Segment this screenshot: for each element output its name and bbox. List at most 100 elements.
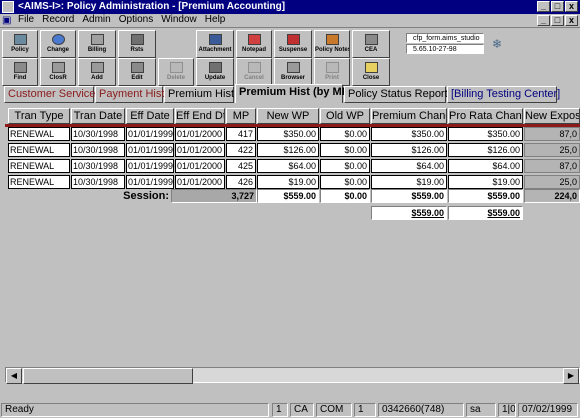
- session-mp-total: 3,727: [171, 189, 257, 203]
- cell-eff-date[interactable]: 01/01/1999: [126, 127, 174, 141]
- cell-eff-end-dt[interactable]: 01/01/2000: [175, 175, 225, 189]
- cell-tran-type[interactable]: RENEWAL: [8, 143, 70, 157]
- cell-eff-date[interactable]: 01/01/1999: [126, 159, 174, 173]
- status-panel-1: 1: [272, 403, 288, 417]
- print-icon: [325, 62, 339, 73]
- menu-window[interactable]: Window: [161, 14, 197, 25]
- cell-eff-date[interactable]: 01/01/1999: [126, 143, 174, 157]
- close-button[interactable]: x: [565, 1, 578, 12]
- change-button[interactable]: Change: [40, 30, 76, 58]
- menu-admin[interactable]: Admin: [82, 14, 110, 25]
- cell-premium-change[interactable]: $126.00: [371, 143, 447, 157]
- suspense-button[interactable]: Suspense: [274, 30, 312, 58]
- scroll-left-icon[interactable]: ◀: [6, 368, 22, 384]
- cancel-button[interactable]: Cancel: [236, 58, 272, 86]
- col-header-new-exposure[interactable]: New Exposu: [524, 108, 580, 124]
- col-header-tran-date[interactable]: Tran Date: [71, 108, 125, 124]
- rsts-button[interactable]: Rsts: [118, 30, 156, 58]
- cell-new-exposure[interactable]: 87,0: [524, 127, 580, 141]
- cell-eff-date[interactable]: 01/01/1999: [126, 175, 174, 189]
- doc-restore-button[interactable]: □: [551, 15, 564, 26]
- cell-pro-rata-change[interactable]: $64.00: [448, 159, 523, 173]
- col-header-tran-type[interactable]: Tran Type: [8, 108, 70, 124]
- scroll-right-icon[interactable]: ▶: [563, 368, 579, 384]
- attachment-button[interactable]: Attachment: [196, 30, 234, 58]
- status-bar: Ready 1 CA COM 1 0342660(748) sa 1|0 07/…: [0, 402, 580, 418]
- cell-premium-change[interactable]: $350.00: [371, 127, 447, 141]
- cea-button[interactable]: CEA: [352, 30, 390, 58]
- cell-old-wp[interactable]: $0.00: [320, 127, 370, 141]
- col-header-old-wp[interactable]: Old WP: [320, 108, 370, 124]
- notepad-button[interactable]: Notepad: [236, 30, 272, 58]
- update-button[interactable]: Update: [196, 58, 234, 86]
- scroll-thumb[interactable]: [23, 368, 193, 384]
- cell-mp[interactable]: 422: [226, 143, 256, 157]
- closr-button[interactable]: ClosR: [40, 58, 76, 86]
- col-header-mp[interactable]: MP: [226, 108, 256, 124]
- browser-button[interactable]: Browser: [274, 58, 312, 86]
- cell-pro-rata-change[interactable]: $126.00: [448, 143, 523, 157]
- cell-pro-rata-change[interactable]: $19.00: [448, 175, 523, 189]
- billing-icon: [90, 34, 104, 45]
- cell-new-wp[interactable]: $64.00: [257, 159, 319, 173]
- menu-record[interactable]: Record: [42, 14, 74, 25]
- cell-tran-date[interactable]: 10/30/1998: [71, 127, 125, 141]
- find-button[interactable]: Find: [2, 58, 38, 86]
- print-button[interactable]: Print: [314, 58, 350, 86]
- tab-payment-hist[interactable]: Payment Hist: [95, 86, 164, 103]
- add-button[interactable]: Add: [78, 58, 116, 86]
- cell-tran-type[interactable]: RENEWAL: [8, 127, 70, 141]
- cell-old-wp[interactable]: $0.00: [320, 143, 370, 157]
- cell-eff-end-dt[interactable]: 01/01/2000: [175, 159, 225, 173]
- tab-premium-hist[interactable]: Premium Hist: [164, 86, 234, 103]
- col-header-premium-change[interactable]: Premium Change: [371, 108, 447, 124]
- col-header-pro-rata-change[interactable]: Pro Rata Change: [448, 108, 523, 124]
- cell-mp[interactable]: 426: [226, 175, 256, 189]
- cell-premium-change[interactable]: $64.00: [371, 159, 447, 173]
- tab-customer-service[interactable]: Customer Service: [4, 86, 95, 103]
- window-title: <AIMS-I>: Policy Administration - [Premi…: [18, 1, 286, 12]
- cell-pro-rata-change[interactable]: $350.00: [448, 127, 523, 141]
- cell-new-exposure[interactable]: 87,0: [524, 159, 580, 173]
- edit-button[interactable]: Edit: [118, 58, 156, 86]
- cell-old-wp[interactable]: $0.00: [320, 159, 370, 173]
- cell-mp[interactable]: 425: [226, 159, 256, 173]
- cell-new-wp[interactable]: $126.00: [257, 143, 319, 157]
- tab-billing-testing-center[interactable]: [Billing Testing Center]: [447, 86, 560, 103]
- close-form-button[interactable]: Close: [352, 58, 390, 86]
- menu-file[interactable]: File: [18, 14, 34, 25]
- cell-new-wp[interactable]: $350.00: [257, 127, 319, 141]
- doc-close-button[interactable]: x: [565, 15, 578, 26]
- session-premium-change-total: $559.00: [371, 189, 447, 203]
- cell-tran-date[interactable]: 10/30/1998: [71, 143, 125, 157]
- policy-notes-button[interactable]: Policy Notes: [314, 30, 350, 58]
- cell-tran-date[interactable]: 10/30/1998: [71, 159, 125, 173]
- cell-new-exposure[interactable]: 25,0: [524, 175, 580, 189]
- cell-eff-end-dt[interactable]: 01/01/2000: [175, 143, 225, 157]
- cell-tran-date[interactable]: 10/30/1998: [71, 175, 125, 189]
- cell-premium-change[interactable]: $19.00: [371, 175, 447, 189]
- horizontal-scrollbar[interactable]: ◀ ▶: [5, 367, 580, 384]
- menu-help[interactable]: Help: [205, 14, 226, 25]
- col-header-eff-end-dt[interactable]: Eff End Dt: [175, 108, 225, 124]
- col-header-eff-date[interactable]: Eff Date: [126, 108, 174, 124]
- policy-button[interactable]: Policy: [2, 30, 38, 58]
- document-icon[interactable]: ▣: [2, 15, 14, 26]
- tab-policy-status-report[interactable]: Policy Status Report: [344, 86, 448, 103]
- tab-premium-hist-by-mp[interactable]: Premium Hist (by MP): [235, 84, 353, 103]
- col-header-new-wp[interactable]: New WP: [257, 108, 319, 124]
- cell-mp[interactable]: 417: [226, 127, 256, 141]
- maximize-button[interactable]: □: [551, 1, 564, 12]
- billing-button[interactable]: Billing: [78, 30, 116, 58]
- menu-options[interactable]: Options: [119, 14, 153, 25]
- cell-eff-end-dt[interactable]: 01/01/2000: [175, 127, 225, 141]
- doc-minimize-button[interactable]: _: [537, 15, 550, 26]
- cell-new-wp[interactable]: $19.00: [257, 175, 319, 189]
- cell-tran-type[interactable]: RENEWAL: [8, 159, 70, 173]
- delete-button[interactable]: Delete: [158, 58, 194, 86]
- session-label: Session:: [123, 190, 169, 202]
- cell-tran-type[interactable]: RENEWAL: [8, 175, 70, 189]
- cell-new-exposure[interactable]: 25,0: [524, 143, 580, 157]
- cell-old-wp[interactable]: $0.00: [320, 175, 370, 189]
- minimize-button[interactable]: _: [537, 1, 550, 12]
